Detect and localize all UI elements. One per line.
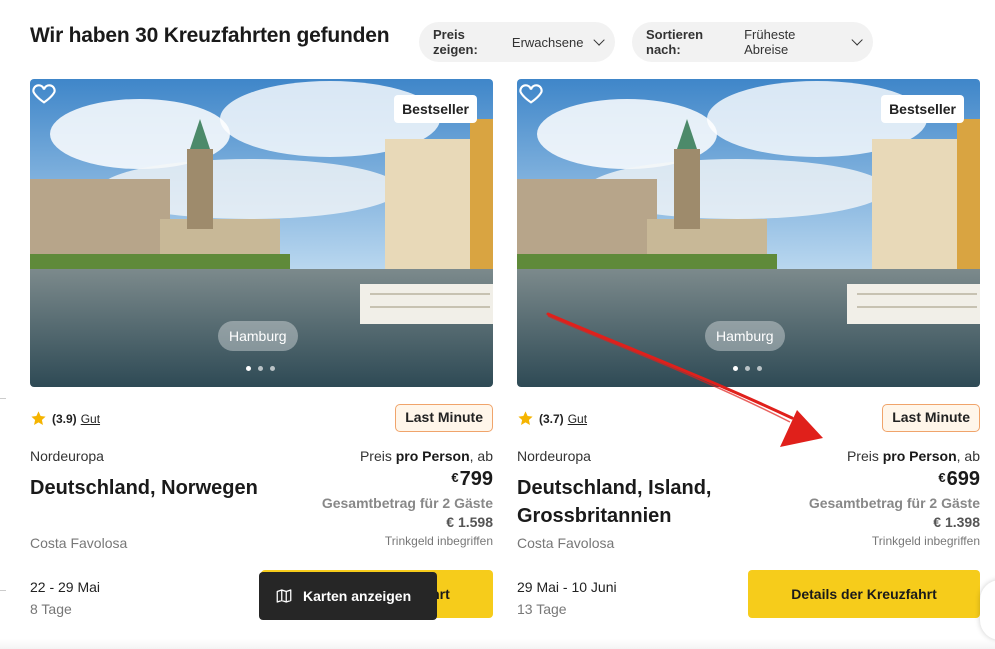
price-value: 799 (459, 468, 493, 490)
bestseller-badge: Bestseller (394, 95, 477, 123)
cruise-dates: 29 Mai - 10 Juni (517, 579, 617, 595)
sort-value: Früheste Abreise (744, 27, 796, 57)
cruise-duration: 8 Tage (30, 601, 72, 617)
price-prefix: Preis (359, 448, 392, 464)
price-suffix: , ab (469, 448, 493, 464)
chevron-down-icon (593, 34, 605, 46)
price-suffix: , ab (956, 448, 980, 464)
price-block: Preis pro Person, ab €699 Gesamtbetrag f… (740, 448, 980, 548)
divider (0, 639, 995, 649)
heart-icon[interactable] (517, 79, 545, 107)
region: Nordeuropa (30, 448, 104, 464)
cruise-photo[interactable]: Bestseller Hamburg (517, 79, 980, 387)
star-icon (518, 411, 533, 425)
rating: (3.7) Gut (517, 410, 587, 427)
price-prefix: Preis (846, 448, 879, 464)
rating-link[interactable]: Gut (81, 412, 100, 426)
price-per-person-label: Preis pro Person, ab (253, 448, 493, 464)
map-icon (276, 589, 292, 603)
last-minute-badge: Last Minute (882, 404, 980, 432)
carousel-dots[interactable] (733, 366, 762, 371)
price-basis: pro Person (882, 448, 957, 464)
carousel-dot[interactable] (270, 366, 275, 371)
total-value: € 1.598 (446, 514, 493, 530)
sort-dropdown[interactable]: Sortieren nach: Früheste Abreise (632, 22, 873, 62)
star-icon (31, 411, 46, 425)
region: Nordeuropa (517, 448, 591, 464)
divider (0, 398, 6, 399)
cruise-card[interactable]: Bestseller Hamburg (3.9) Gut Last Minute… (30, 79, 493, 639)
chevron-down-icon (851, 34, 863, 46)
cruise-photo[interactable]: Bestseller Hamburg (30, 79, 493, 387)
cruise-card[interactable]: Bestseller Hamburg (3.7) Gut Last Minute… (517, 79, 980, 639)
cruise-dates: 22 - 29 Mai (30, 579, 101, 595)
carousel-dot[interactable] (757, 366, 762, 371)
price-display-label: Preis zeigen: (433, 27, 478, 57)
price-basis: pro Person (395, 448, 470, 464)
show-map-button[interactable]: Karten anzeigen (259, 572, 437, 620)
tip-note: Trinkgeld inbegriffen (871, 534, 980, 548)
scroll-next-button[interactable] (980, 580, 995, 640)
total-label: Gesamtbetrag für 2 Gäste (321, 495, 493, 511)
price-block: Preis pro Person, ab €799 Gesamtbetrag f… (253, 448, 493, 548)
carousel-dot[interactable] (246, 366, 251, 371)
rating-score: (3.7) (539, 411, 564, 426)
show-map-label: Karten anzeigen (303, 588, 412, 604)
tip-note: Trinkgeld inbegriffen (384, 534, 493, 548)
bestseller-badge: Bestseller (881, 95, 964, 123)
cruise-details-button[interactable]: Details der Kreuzfahrt (748, 570, 980, 618)
carousel-dot[interactable] (733, 366, 738, 371)
price-per-person-label: Preis pro Person, ab (740, 448, 980, 464)
currency-symbol: € (938, 470, 946, 485)
rating-link[interactable]: Gut (568, 412, 587, 426)
ship-name: Costa Favolosa (30, 535, 128, 551)
total-label: Gesamtbetrag für 2 Gäste (808, 495, 980, 511)
carousel-dot[interactable] (258, 366, 263, 371)
currency-symbol: € (451, 470, 459, 485)
route-title[interactable]: Deutschland, Island, Grossbritannien (517, 474, 777, 530)
last-minute-badge: Last Minute (395, 404, 493, 432)
rating-score: (3.9) (52, 411, 77, 426)
price-value: 699 (946, 468, 980, 490)
results-header: Wir haben 30 Kreuzfahrten gefunden Preis… (30, 22, 980, 62)
route-title[interactable]: Deutschland, Norwegen (30, 474, 290, 502)
cruise-duration: 13 Tage (517, 601, 567, 617)
total-value: € 1.398 (933, 514, 980, 530)
carousel-dots[interactable] (246, 366, 275, 371)
city-label: Hamburg (705, 321, 785, 351)
price-display-value: Erwachsene (511, 34, 584, 50)
city-label: Hamburg (218, 321, 298, 351)
ship-name: Costa Favolosa (517, 535, 615, 551)
rating: (3.9) Gut (30, 410, 100, 427)
price: €799 (253, 468, 493, 491)
results-count-title: Wir haben 30 Kreuzfahrten gefunden (30, 24, 390, 47)
heart-icon[interactable] (30, 79, 58, 107)
sort-label: Sortieren nach: (646, 27, 704, 57)
carousel-dot[interactable] (745, 366, 750, 371)
price: €699 (740, 468, 980, 491)
divider (0, 590, 6, 591)
price-display-dropdown[interactable]: Preis zeigen: Erwachsene (419, 22, 615, 62)
